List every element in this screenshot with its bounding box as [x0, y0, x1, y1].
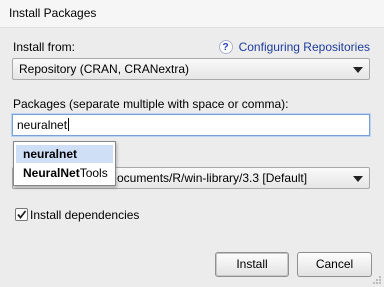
chevron-down-icon — [353, 67, 363, 73]
install-from-value: Repository (CRAN, CRANextra) — [19, 62, 190, 76]
cancel-button[interactable]: Cancel — [297, 252, 372, 277]
install-dependencies-label: Install dependencies — [30, 208, 140, 222]
install-from-label: Install from: — [13, 40, 76, 54]
checkmark-icon — [17, 210, 27, 219]
configuring-repositories-link[interactable]: ? Configuring Repositories — [218, 39, 370, 55]
autocomplete-rest: Tools — [79, 166, 108, 180]
autocomplete-popup: neuralnet NeuralNetTools — [13, 141, 116, 186]
install-from-select[interactable]: Repository (CRAN, CRANextra) — [12, 58, 370, 80]
configuring-repositories-label: Configuring Repositories — [238, 40, 370, 54]
install-packages-dialog: Install Packages Install from: ? Configu… — [0, 0, 384, 287]
autocomplete-item[interactable]: neuralnet — [16, 145, 113, 163]
title-bar[interactable]: Install Packages — [0, 0, 384, 28]
install-button[interactable]: Install — [215, 252, 289, 277]
help-icon: ? — [218, 40, 233, 54]
library-value: ocuments/R/win-library/3.3 [Default] — [117, 171, 308, 185]
packages-input-value: neuralnet — [17, 118, 68, 132]
packages-label: Packages (separate multiple with space o… — [13, 97, 289, 111]
chevron-down-icon — [353, 176, 363, 182]
autocomplete-match: neuralnet — [23, 147, 78, 161]
autocomplete-item[interactable]: NeuralNetTools — [16, 164, 113, 182]
packages-input[interactable]: neuralnet — [12, 114, 370, 136]
install-dependencies-checkbox[interactable] — [15, 208, 28, 221]
text-caret — [68, 118, 70, 131]
resize-grip-icon[interactable] — [372, 275, 382, 285]
window-title: Install Packages — [9, 6, 97, 20]
autocomplete-match: NeuralNet — [23, 166, 80, 180]
